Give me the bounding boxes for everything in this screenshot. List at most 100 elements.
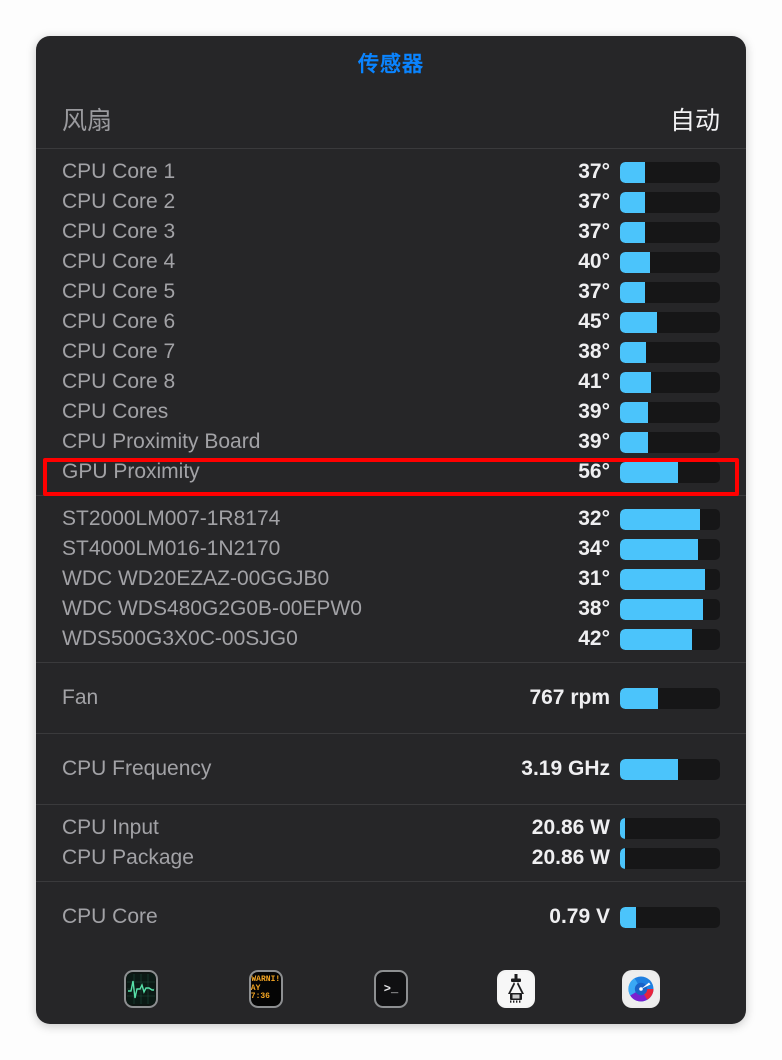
sensor-meter — [620, 906, 720, 928]
sensor-label: CPU Core 5 — [62, 280, 176, 303]
sensor-row[interactable]: CPU Cores 39° — [36, 397, 746, 427]
section-fans: Fan 767 rpm — [36, 663, 746, 733]
sensor-meter-fill — [620, 687, 658, 709]
sensor-label: CPU Frequency — [62, 757, 212, 780]
sensor-meter — [620, 508, 720, 530]
sensor-meter — [620, 251, 720, 273]
istat-menus-icon[interactable] — [620, 968, 662, 1010]
sensor-row[interactable]: CPU Core 5 37° — [36, 277, 746, 307]
sensor-row[interactable]: WDS500G3X0C-00SJG0 42° — [36, 624, 746, 654]
sensor-meter-fill — [620, 311, 657, 333]
sensor-meter — [620, 341, 720, 363]
sensor-value: 39° — [578, 400, 610, 423]
sensor-row[interactable]: ST4000LM016-1N2170 34° — [36, 534, 746, 564]
sensor-value: 20.86 W — [531, 846, 610, 869]
warning-line-2: AY 7:36 — [250, 983, 270, 1002]
section-frequency: CPU Frequency 3.19 GHz — [36, 734, 746, 804]
sensor-meter-fill — [620, 371, 651, 393]
section-power: CPU Input 20.86 W CPU Package 20.86 W — [36, 805, 746, 881]
sensor-row[interactable]: CPU Core 0.79 V — [36, 894, 746, 940]
sensor-meter-fill — [620, 461, 678, 483]
sensor-meter-fill — [620, 598, 703, 620]
sensor-value: 38° — [578, 340, 610, 363]
sensor-row[interactable]: WDC WD20EZAZ-00GGJB0 31° — [36, 564, 746, 594]
sensor-value: 37° — [578, 160, 610, 183]
warning-watch-icon[interactable]: WARNI! AY 7:36 — [245, 968, 287, 1010]
sensor-row[interactable]: Fan 767 rpm — [36, 675, 746, 721]
section-voltage: CPU Core 0.79 V — [36, 882, 746, 952]
sensor-meter-fill — [620, 817, 625, 839]
sensor-row[interactable]: CPU Core 7 38° — [36, 337, 746, 367]
sensor-row[interactable]: ST2000LM007-1R8174 32° — [36, 504, 746, 534]
sensor-row[interactable]: CPU Core 4 40° — [36, 247, 746, 277]
sensor-meter-fill — [620, 221, 645, 243]
sensor-label: Fan — [62, 686, 99, 709]
sensor-row[interactable]: CPU Core 8 41° — [36, 367, 746, 397]
sensor-meter — [620, 817, 720, 839]
gauge-glyph — [622, 970, 661, 1008]
title-bar: 传感器 — [36, 36, 746, 90]
sensor-meter-fill — [620, 251, 650, 273]
sensor-meter-fill — [620, 538, 698, 560]
sensor-value: 0.79 V — [549, 905, 610, 928]
sensor-meter-fill — [620, 191, 645, 213]
sensor-value: 34° — [578, 537, 610, 560]
sensor-label: CPU Cores — [62, 400, 169, 423]
sensor-meter — [620, 628, 720, 650]
sensor-meter — [620, 191, 720, 213]
sensor-value: 32° — [578, 507, 610, 530]
sensor-value: 37° — [578, 190, 610, 213]
terminal-screen: >_ — [373, 970, 408, 1008]
sensor-row[interactable]: WDC WDS480G2G0B-00EPW0 38° — [36, 594, 746, 624]
fan-mode-row[interactable]: 风扇 自动 — [36, 90, 746, 148]
activity-monitor-icon[interactable] — [120, 968, 162, 1010]
sensor-label: CPU Core — [62, 905, 158, 928]
caliper-chip-glyph — [497, 970, 536, 1008]
sensor-label: GPU Proximity — [62, 460, 200, 483]
sensors-panel: 传感器 风扇 自动 CPU Core 1 37° CPU Core 2 37° CPU … — [36, 36, 746, 1024]
sensor-label: CPU Core 6 — [62, 310, 176, 333]
terminal-prompt: >_ — [383, 982, 399, 996]
sensor-row[interactable]: CPU Core 1 37° — [36, 157, 746, 187]
sensor-label: CPU Core 1 — [62, 160, 176, 183]
sensor-meter — [620, 311, 720, 333]
sensor-meter — [620, 281, 720, 303]
sensor-meter — [620, 847, 720, 869]
sensor-label: ST4000LM016-1N2170 — [62, 537, 281, 560]
sensor-value: 45° — [578, 310, 610, 333]
terminal-icon[interactable]: >_ — [370, 968, 412, 1010]
fan-mode-label: 风扇 — [62, 107, 113, 135]
power-gadget-icon[interactable] — [495, 968, 537, 1010]
sensor-row[interactable]: CPU Core 6 45° — [36, 307, 746, 337]
sensor-value: 37° — [578, 220, 610, 243]
sensor-value: 31° — [578, 567, 610, 590]
sensor-label: CPU Proximity Board — [62, 430, 261, 453]
sensor-meter — [620, 758, 720, 780]
app-toolbar: WARNI! AY 7:36 >_ — [36, 952, 746, 1024]
sensor-meter-fill — [620, 628, 692, 650]
sensor-meter-fill — [620, 401, 648, 423]
sensor-row[interactable]: CPU Package 20.86 W — [36, 843, 746, 873]
sensor-row[interactable]: CPU Proximity Board 39° — [36, 427, 746, 457]
sensor-label: WDS500G3X0C-00SJG0 — [62, 627, 298, 650]
sensor-row[interactable]: CPU Core 3 37° — [36, 217, 746, 247]
sensor-value: 56° — [578, 460, 610, 483]
sensor-meter-fill — [620, 161, 645, 183]
section-temperatures-drives: ST2000LM007-1R8174 32° ST4000LM016-1N2170 3… — [36, 496, 746, 662]
sensor-meter-fill — [620, 508, 700, 530]
sensor-sections: CPU Core 1 37° CPU Core 2 37° CPU Core 3 37° C… — [36, 148, 746, 952]
sensor-row[interactable]: CPU Input 20.86 W — [36, 813, 746, 843]
sensor-label: CPU Core 4 — [62, 250, 176, 273]
sensor-row[interactable]: CPU Frequency 3.19 GHz — [36, 746, 746, 792]
warning-screen: WARNI! AY 7:36 — [248, 970, 283, 1008]
section-temperatures-cpu: CPU Core 1 37° CPU Core 2 37° CPU Core 3 37° C… — [36, 149, 746, 495]
sensor-meter — [620, 598, 720, 620]
screen: 传感器 风扇 自动 CPU Core 1 37° CPU Core 2 37° CPU … — [0, 0, 782, 1060]
fan-mode-value[interactable]: 自动 — [670, 101, 720, 137]
sensor-label: WDC WDS480G2G0B-00EPW0 — [62, 597, 362, 620]
sensor-meter-fill — [620, 281, 645, 303]
sensor-row[interactable]: GPU Proximity 56° — [36, 457, 746, 487]
sensor-meter — [620, 221, 720, 243]
sensor-meter-fill — [620, 758, 678, 780]
sensor-row[interactable]: CPU Core 2 37° — [36, 187, 746, 217]
